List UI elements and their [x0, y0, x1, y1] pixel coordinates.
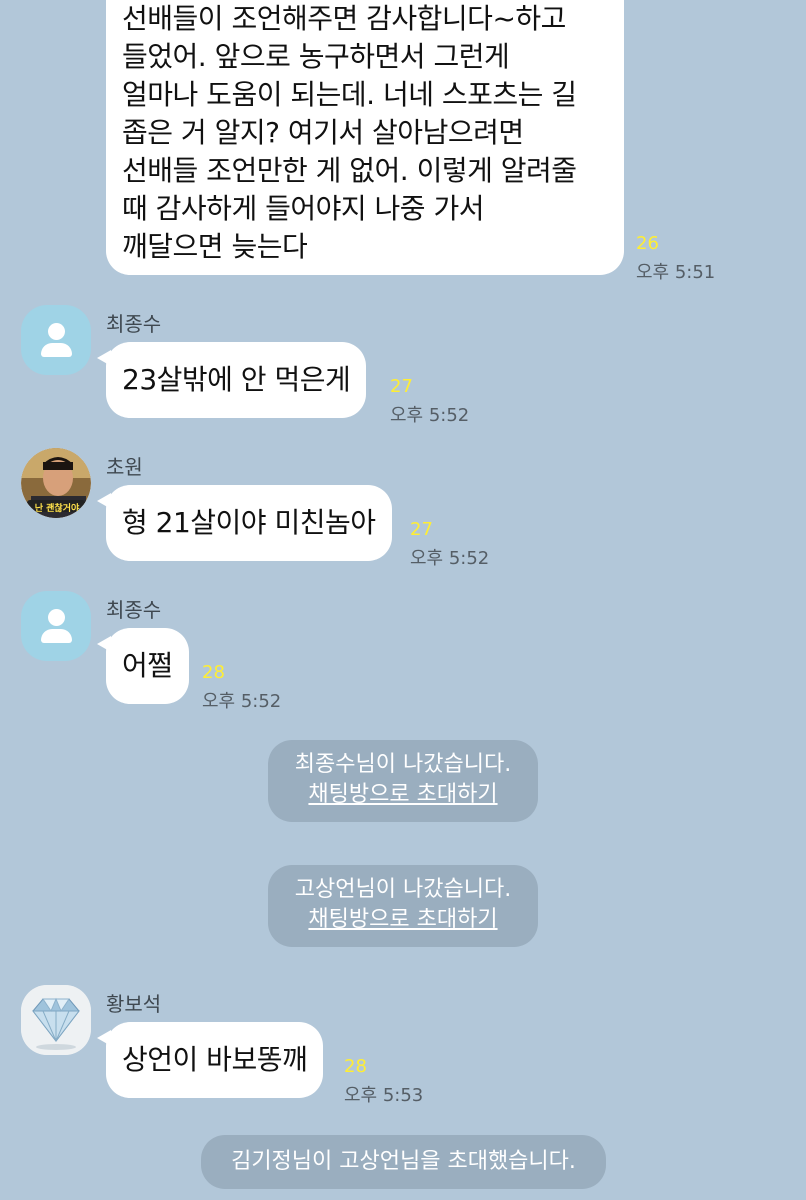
message-time: 오후 5:53 — [344, 1085, 424, 1106]
message-bubble[interactable]: 23살밖에 안 먹은게 — [97, 342, 367, 418]
message-time: 오후 5:52 — [202, 691, 282, 712]
system-notice-text: 고상언님이 나갔습니다. — [294, 877, 512, 902]
profile-avatar[interactable] — [21, 591, 91, 661]
sender-name: 초원 — [106, 455, 143, 479]
message-line: 선배들 조언만한 게 없어. 이렇게 알려줄 — [122, 154, 577, 187]
unread-count: 26 — [636, 233, 659, 254]
message-bubble[interactable]: 어쩔 — [97, 628, 189, 704]
message-line: 때 감사하게 들어야지 나중 가서 — [122, 192, 484, 225]
profile-avatar[interactable]: 난 괜찮거야 — [21, 448, 91, 518]
message-line: 들었어. 앞으로 농구하면서 그런게 — [122, 40, 510, 73]
unread-count: 27 — [410, 519, 433, 540]
message-text: 형 21살이야 미친놈아 — [122, 506, 376, 539]
message-text: 23살밖에 안 먹은게 — [122, 363, 351, 396]
person-icon — [48, 323, 65, 340]
message-time: 오후 5:52 — [410, 548, 490, 569]
message-time: 오후 5:52 — [390, 405, 470, 426]
unread-count: 28 — [202, 662, 225, 683]
invite-link[interactable]: 채팅방으로 초대하기 — [268, 780, 538, 810]
sender-name: 최종수 — [106, 312, 162, 336]
unread-count: 27 — [390, 376, 413, 397]
profile-avatar[interactable] — [21, 305, 91, 375]
avatar-caption: 난 괜찮거야 — [34, 504, 80, 514]
message-line: 선배들이 조언해주면 감사합니다~하고 — [122, 2, 566, 35]
profile-avatar[interactable] — [21, 985, 91, 1055]
message-line: 얼마나 도움이 되는데. 너네 스포츠는 길 — [122, 78, 577, 111]
system-notice: 최종수님이 나갔습니다. 채팅방으로 초대하기 — [268, 740, 538, 822]
message-bubble[interactable]: 선배들이 조언해주면 감사합니다~하고 들었어. 앞으로 농구하면서 그런게 얼… — [106, 0, 624, 275]
system-notice: 김기정님이 고상언님을 초대했습니다. — [201, 1135, 606, 1189]
system-notice-text: 김기정님이 고상언님을 초대했습니다. — [231, 1149, 576, 1174]
system-notice-text: 최종수님이 나갔습니다. — [294, 752, 512, 777]
diamond-icon — [21, 985, 91, 1055]
unread-count: 28 — [344, 1056, 367, 1077]
system-notice: 고상언님이 나갔습니다. 채팅방으로 초대하기 — [268, 865, 538, 947]
sender-name: 최종수 — [106, 598, 162, 622]
message-line: 깨달으면 늦는다 — [122, 230, 308, 263]
message-bubble[interactable]: 상언이 바보똥깨 — [97, 1022, 324, 1098]
person-icon — [48, 609, 65, 626]
message-bubble[interactable]: 형 21살이야 미친놈아 — [97, 485, 392, 561]
invite-link[interactable]: 채팅방으로 초대하기 — [268, 905, 538, 935]
message-time: 오후 5:51 — [636, 262, 716, 283]
message-text: 상언이 바보똥깨 — [122, 1043, 308, 1076]
sender-name: 황보석 — [106, 992, 162, 1016]
message-line: 좁은 거 알지? 여기서 살아남으려면 — [122, 116, 524, 149]
message-text: 어쩔 — [122, 649, 173, 682]
